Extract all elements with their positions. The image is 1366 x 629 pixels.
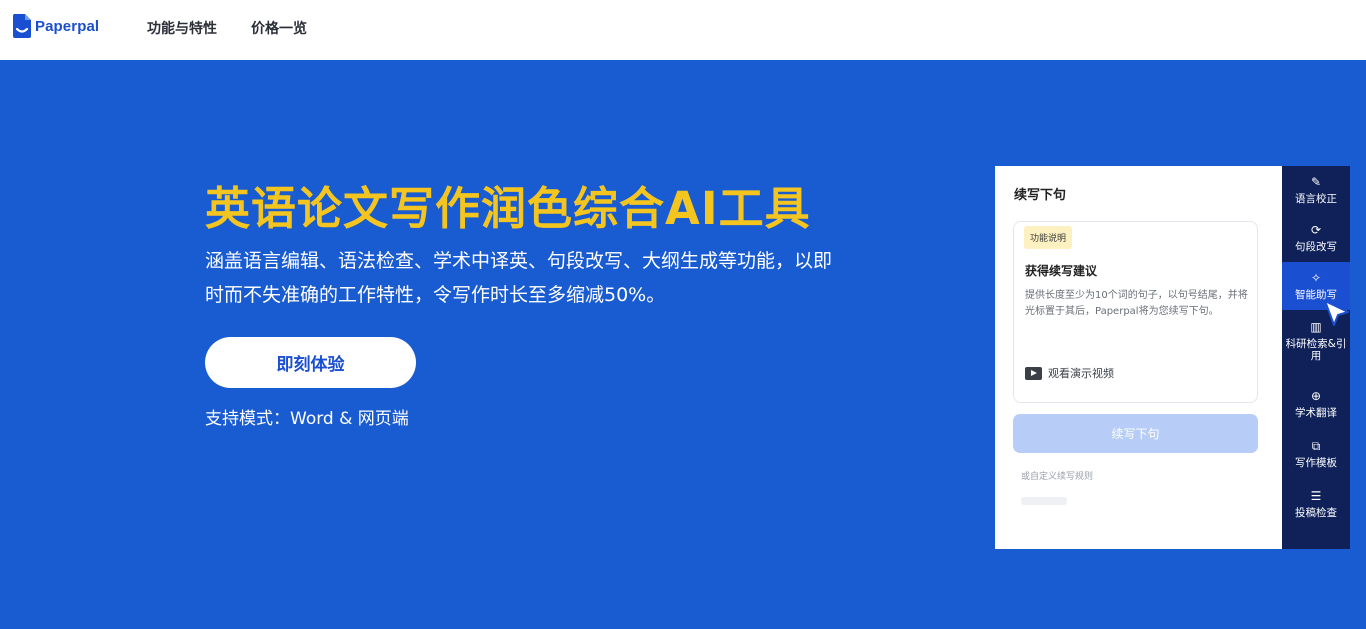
main-nav: 功能与特性 价格一览 [147, 18, 307, 38]
try-now-button[interactable]: 即刻体验 [205, 337, 416, 388]
feature-card-text: 提供长度至少为10个词的句子，以句号结尾，并将光标置于其后，Paperpal将为… [1025, 290, 1248, 317]
nav-item-pricing[interactable]: 价格一览 [251, 18, 307, 38]
sidebar-item-submission-check[interactable]: ☰ 投稿检查 [1282, 480, 1350, 528]
sidebar-item-label: 句段改写 [1295, 241, 1337, 253]
sidebar-item-translation[interactable]: ⊕ 学术翻译 [1282, 380, 1350, 428]
brand-name: Paperpal [35, 17, 100, 35]
template-icon: ⧉ [1311, 439, 1321, 453]
nav-item-features[interactable]: 功能与特性 [147, 18, 217, 38]
panel-title: 续写下句 [1014, 188, 1067, 203]
paperpal-logo[interactable]: Paperpal [12, 14, 99, 38]
sidebar-item-templates[interactable]: ⧉ 写作模板 [1282, 430, 1350, 478]
feature-badge: 功能说明 [1024, 226, 1073, 249]
sparkle-icon: ✧ [1310, 271, 1322, 285]
sidebar-item-label: 学术翻译 [1295, 407, 1337, 419]
refresh-icon: ⟳ [1310, 223, 1322, 237]
faded-placeholder [1021, 497, 1067, 505]
cursor-icon [1324, 300, 1349, 326]
globe-icon: ⊕ [1310, 389, 1322, 403]
generate-next-sentence-button[interactable]: 续写下句 [1013, 414, 1258, 453]
support-modes-text: 支持模式：Word & 网页端 [205, 409, 409, 429]
sidebar-item-label: 语言校正 [1295, 193, 1337, 205]
paperpal-logo-icon [12, 14, 31, 38]
watch-demo-video-label: 观看演示视频 [1048, 367, 1114, 380]
hero-section: 英语论文写作润色综合AI工具 涵盖语言编辑、语法检查、学术中译英、句段改写、大纲… [0, 60, 1366, 629]
hero-title: 英语论文写作润色综合AI工具 [205, 182, 811, 235]
pen-icon: ✎ [1310, 175, 1322, 189]
sidebar-item-label: 科研检索&引用 [1285, 338, 1347, 362]
library-icon: ▥ [1310, 320, 1322, 334]
site-header: Paperpal 功能与特性 价格一览 [0, 0, 1366, 60]
feature-card: 功能说明 获得续写建议 提供长度至少为10个词的句子，以句号结尾，并将光标置于其… [1013, 221, 1258, 403]
watch-demo-video-link[interactable]: 观看演示视频 [1025, 365, 1114, 381]
sidebar-item-language-correction[interactable]: ✎ 语言校正 [1282, 166, 1350, 214]
hero-description: 涵盖语言编辑、语法检查、学术中译英、句段改写、大纲生成等功能，以即时而不失准确的… [205, 250, 833, 306]
play-icon [1025, 366, 1042, 380]
demo-screenshot: 续写下句 功能说明 获得续写建议 提供长度至少为10个词的句子，以句号结尾，并将… [995, 166, 1350, 549]
demo-panel: 续写下句 功能说明 获得续写建议 提供长度至少为10个词的句子，以句号结尾，并将… [995, 166, 1282, 549]
checklist-icon: ☰ [1310, 489, 1322, 503]
sidebar-item-label: 投稿检查 [1295, 507, 1337, 519]
feature-card-title: 获得续写建议 [1025, 264, 1098, 278]
sidebar-item-rewrite[interactable]: ⟳ 句段改写 [1282, 214, 1350, 262]
custom-rule-link[interactable]: 或自定义续写规则 [1021, 469, 1093, 482]
tool-sidebar: ✎ 语言校正 ⟳ 句段改写 ✧ 智能助写 ▥ 科研检索&引用 ⊕ 学术翻译 ⧉ … [1282, 166, 1350, 549]
sidebar-item-label: 写作模板 [1295, 457, 1337, 469]
